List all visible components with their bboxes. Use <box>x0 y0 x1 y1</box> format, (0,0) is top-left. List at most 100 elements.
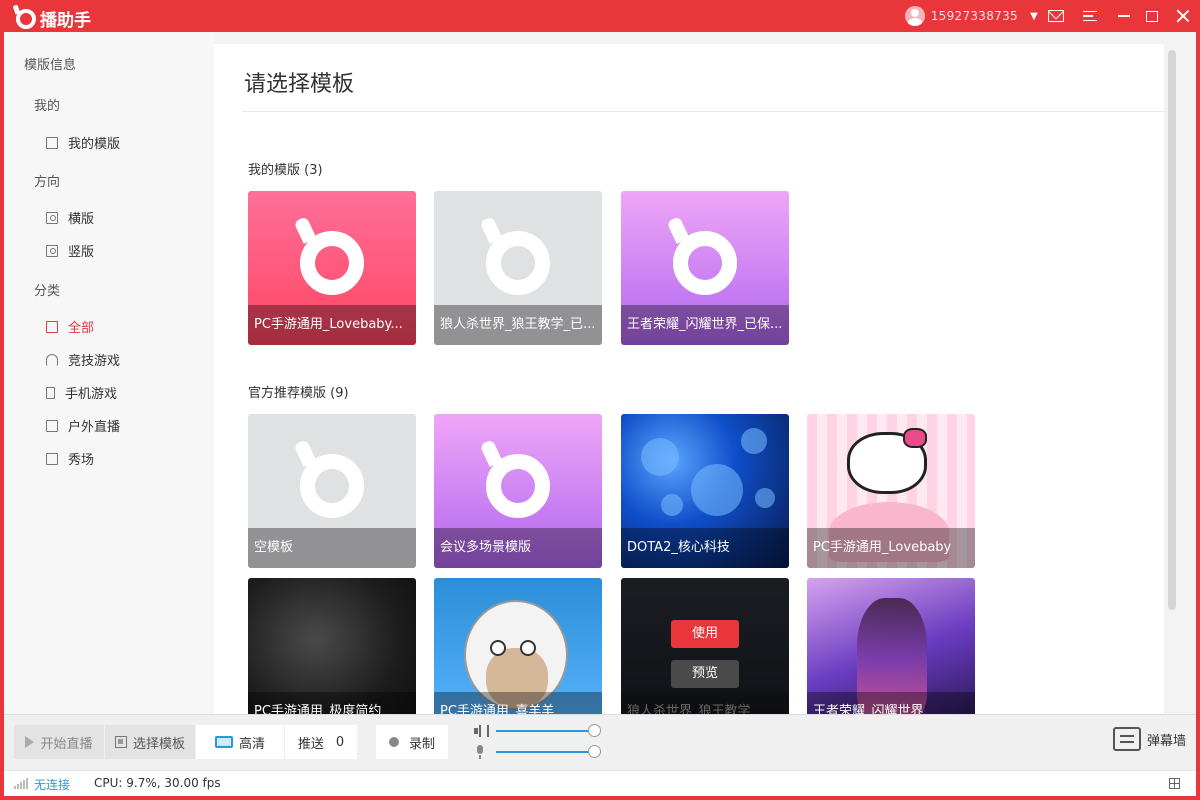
template-card[interactable]: 使用 预览 狼人杀世界_狼王教学 <box>621 578 789 732</box>
logo-icon <box>16 8 36 29</box>
speaker-volume-slider[interactable] <box>496 724 601 737</box>
kitty-bow <box>903 428 927 448</box>
sidebar-item-landscape[interactable]: 横版 <box>46 208 94 227</box>
template-panel: 请选择模板 我的模版 (3) PC手游通用_Lovebaby... 狼人杀世界_… <box>214 44 1164 732</box>
official-templates-label: 官方推荐模版 (9) <box>248 386 349 401</box>
template-card[interactable]: 王者荣耀_闪耀世界_已保... <box>621 191 789 345</box>
sidebar-item-label: 户外直播 <box>68 420 121 435</box>
mic-volume-row <box>474 745 601 759</box>
sidebar-item-show[interactable]: 秀场 <box>46 449 94 468</box>
use-button[interactable]: 使用 <box>671 620 739 648</box>
sidebar-item-my-templates[interactable]: 我的模版 <box>46 133 120 152</box>
sidebar-item-mobile-games[interactable]: 手机游戏 <box>46 383 117 402</box>
slider-knob[interactable] <box>588 745 601 758</box>
slider-knob[interactable] <box>588 724 601 737</box>
mail-button[interactable] <box>1042 0 1070 32</box>
sidebar-item-label: 竖版 <box>68 245 95 260</box>
copy-icon <box>46 320 58 333</box>
group-title-direction: 方向 <box>34 175 61 190</box>
logo-icon <box>486 231 550 295</box>
sidebar-item-label: 我的模版 <box>68 137 121 152</box>
template-card[interactable]: PC手游通用_极度简约 <box>248 578 416 732</box>
account-phone[interactable]: 15927338735 <box>931 9 1018 23</box>
template-card[interactable]: PC手游通用_喜羊羊 <box>434 578 602 732</box>
group-title-category: 分类 <box>34 284 61 299</box>
template-icon <box>114 736 127 748</box>
bokeh-dot <box>691 464 743 516</box>
sidebar-item-label: 手机游戏 <box>65 387 118 402</box>
mic-icon <box>474 745 486 759</box>
quality-button[interactable]: 高清 <box>196 725 284 759</box>
close-button[interactable] <box>1166 0 1200 32</box>
sidebar-item-portrait[interactable]: 竖版 <box>46 241 94 260</box>
main-window: 模版信息 我的 我的模版 方向 横版 竖版 分类 全部 竞技游戏 手机游戏 户外… <box>4 32 1196 796</box>
divider <box>242 111 1164 112</box>
page-title: 请选择模板 <box>244 72 355 97</box>
app-logo: 播助手 <box>16 6 91 31</box>
logo-icon <box>300 231 364 295</box>
danmu-label: 弹幕墙 <box>1146 733 1186 749</box>
sidebar-item-esports[interactable]: 竞技游戏 <box>46 350 120 369</box>
preview-button[interactable]: 预览 <box>671 660 739 688</box>
minimize-button[interactable] <box>1110 0 1138 32</box>
content-area: 请选择模板 我的模版 (3) PC手游通用_Lovebaby... 狼人杀世界_… <box>214 32 1196 732</box>
select-template-button[interactable]: 选择模板 <box>105 725 195 759</box>
quality-label: 高清 <box>238 736 265 752</box>
maximize-button[interactable] <box>1138 0 1166 32</box>
record-icon <box>388 737 399 747</box>
sidebar-heading: 模版信息 <box>24 58 77 73</box>
connection-status: 无连接 <box>34 778 71 792</box>
template-card[interactable]: 空模板 <box>248 414 416 568</box>
sidebar-item-label: 竞技游戏 <box>68 354 121 369</box>
phone-icon <box>46 386 55 399</box>
bokeh-dot <box>661 494 683 516</box>
status-bar: 无连接 CPU: 9.7%, 30.00 fps <box>4 770 1196 796</box>
template-card[interactable]: PC手游通用_Lovebaby... <box>248 191 416 345</box>
play-icon <box>25 736 35 748</box>
avatar[interactable] <box>904 6 925 26</box>
mic-volume-slider[interactable] <box>496 745 601 758</box>
danmu-wall-button[interactable]: 弹幕墙 <box>1112 727 1186 751</box>
grid-icon[interactable] <box>1169 778 1180 789</box>
speaker-icon <box>474 725 489 737</box>
person-icon <box>46 244 58 257</box>
scroll-thumb[interactable] <box>1168 50 1176 610</box>
scrollbar[interactable] <box>1168 44 1176 704</box>
push-label: 推送 <box>297 736 324 752</box>
template-card[interactable]: 会议多场景模版 <box>434 414 602 568</box>
record-button[interactable]: 录制 <box>376 725 448 759</box>
bokeh-dot <box>755 488 775 508</box>
menu-button[interactable] <box>1070 0 1110 32</box>
sidebar-item-all[interactable]: 全部 <box>46 317 94 336</box>
cpu-status: CPU: 9.7%, 30.00 fps <box>94 776 221 790</box>
record-label: 录制 <box>408 736 435 752</box>
sidebar-item-label: 全部 <box>68 321 95 336</box>
bokeh-dot <box>741 428 767 454</box>
account-dropdown-icon[interactable]: ▼ <box>1026 0 1042 32</box>
template-card[interactable]: PC手游通用_Lovebaby <box>807 414 975 568</box>
template-caption: 王者荣耀_闪耀世界_已保... <box>621 305 789 345</box>
template-card[interactable]: 王者荣耀_闪耀世界 <box>807 578 975 732</box>
template-caption: PC手游通用_Lovebaby... <box>248 305 416 345</box>
app-title: 播助手 <box>40 11 91 31</box>
person-icon <box>46 211 58 224</box>
template-caption: DOTA2_核心科技 <box>621 528 789 568</box>
start-live-label: 开始直播 <box>40 736 93 752</box>
title-bar: 播助手 15927338735 ▼ <box>0 0 1200 32</box>
group-title-mine: 我的 <box>34 99 61 114</box>
template-card[interactable]: 狼人杀世界_狼王教学_已... <box>434 191 602 345</box>
signal-icon <box>14 778 28 789</box>
template-caption: 狼人杀世界_狼王教学_已... <box>434 305 602 345</box>
template-icon <box>46 136 58 149</box>
logo-icon <box>300 454 364 518</box>
maximize-icon <box>1146 10 1158 22</box>
chat-icon <box>1112 727 1141 751</box>
sidebar-item-outdoor[interactable]: 户外直播 <box>46 416 120 435</box>
start-live-button[interactable]: 开始直播 <box>14 725 104 759</box>
headset-icon <box>46 353 58 366</box>
select-template-label: 选择模板 <box>132 736 185 752</box>
monitor-icon <box>46 419 58 432</box>
my-templates-label: 我的模版 (3) <box>248 163 323 178</box>
template-card[interactable]: DOTA2_核心科技 <box>621 414 789 568</box>
push-button[interactable]: 推送 0 <box>285 725 357 759</box>
